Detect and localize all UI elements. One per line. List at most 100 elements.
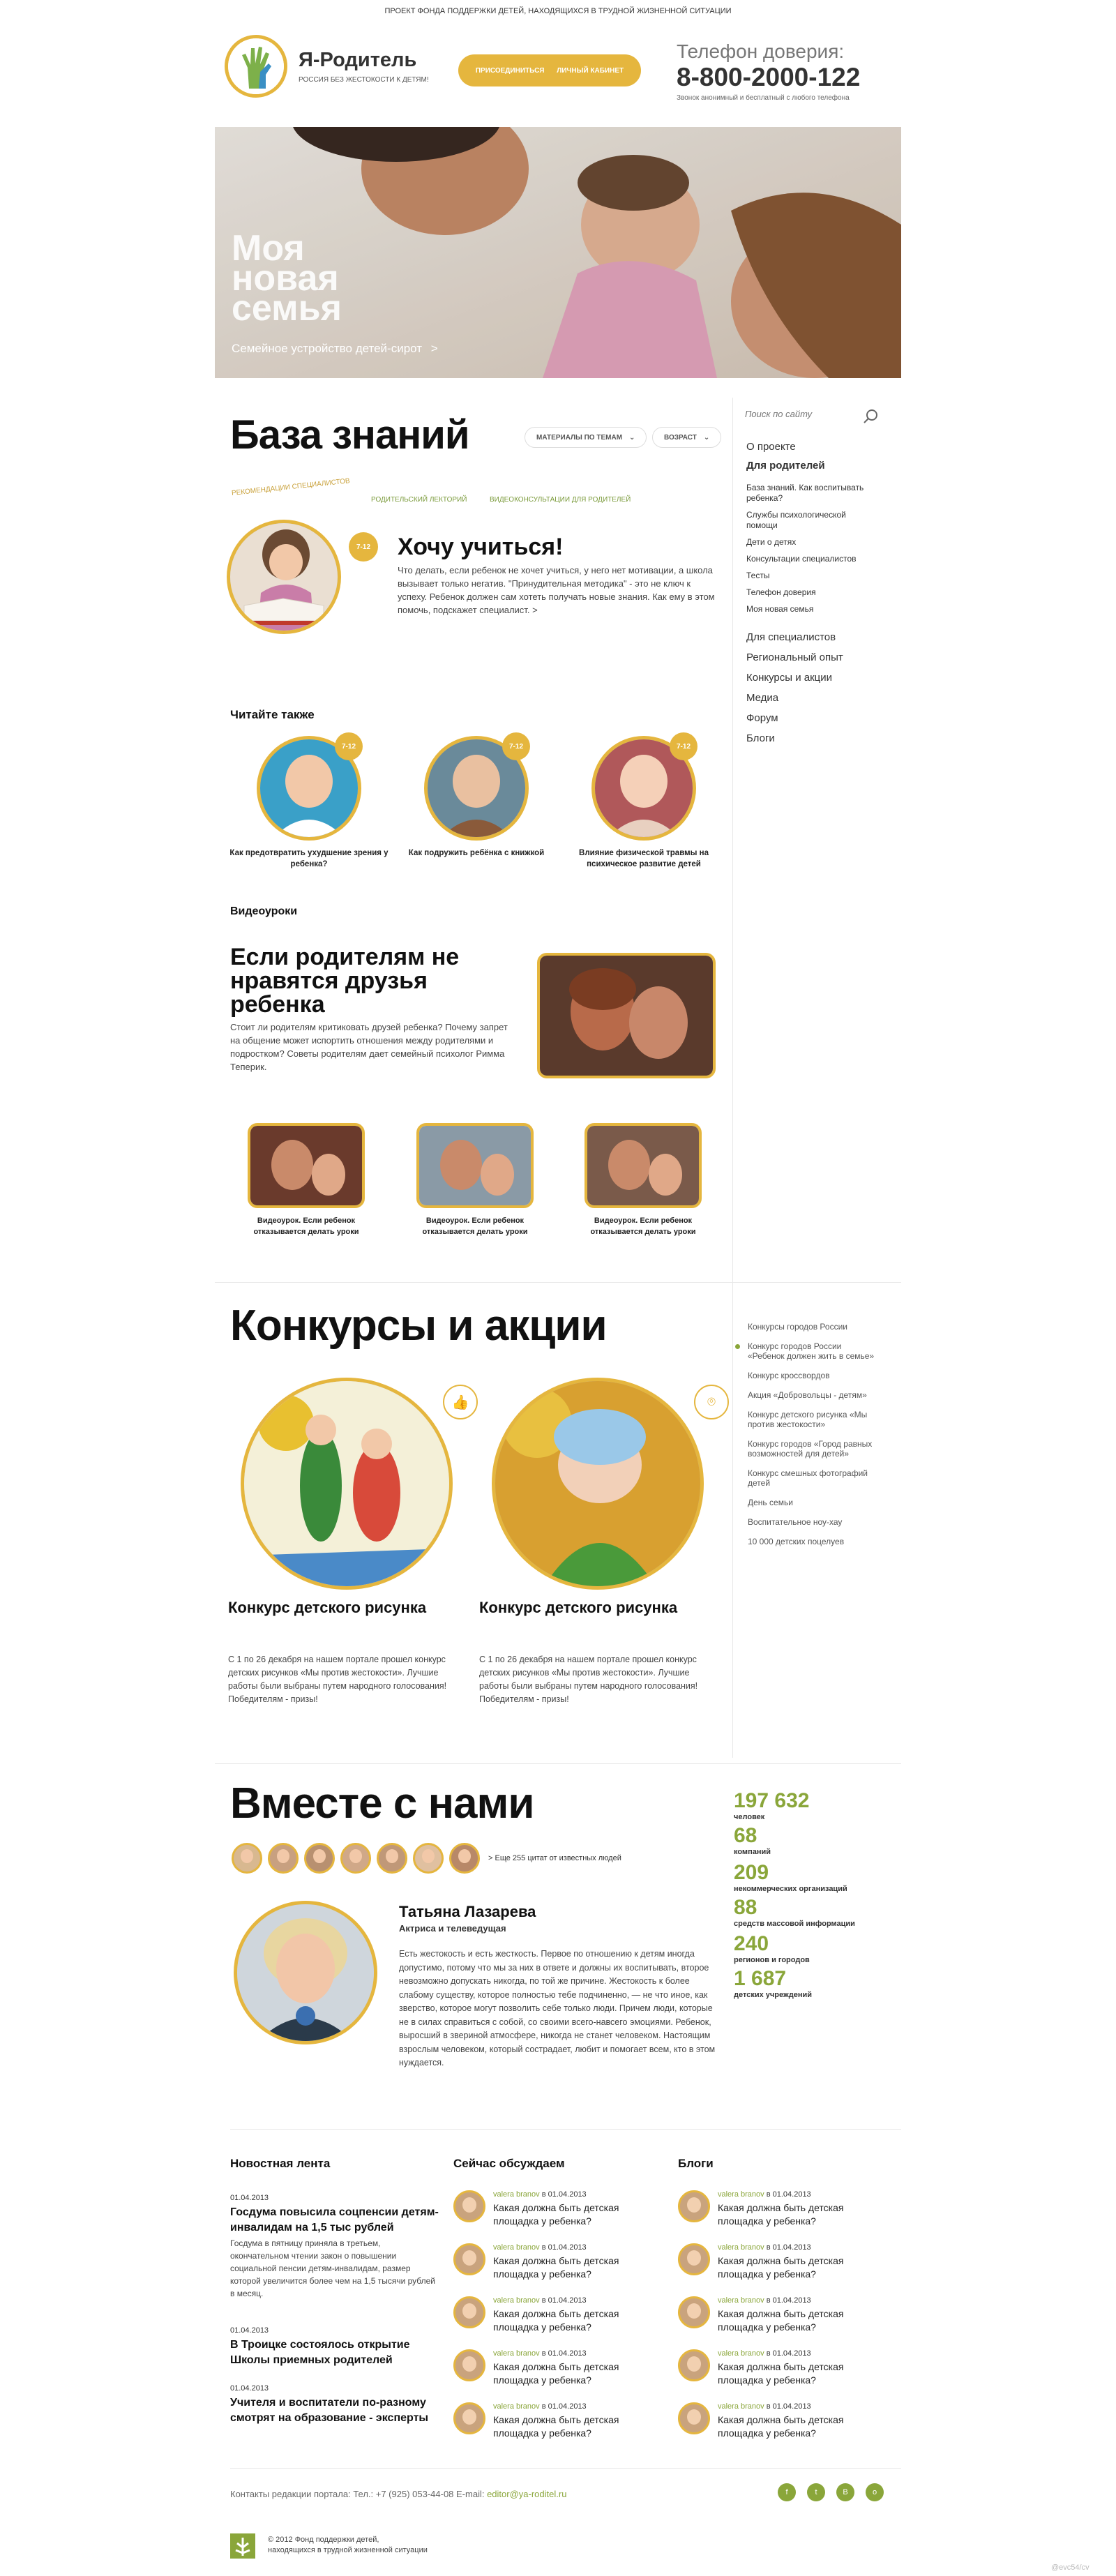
author-link[interactable]: valera branov <box>493 2402 540 2411</box>
sidebar-subitem[interactable]: Телефон доверия <box>746 587 872 598</box>
author-link[interactable]: valera branov <box>718 2349 764 2358</box>
sidebar-item[interactable]: Медиа <box>746 692 886 704</box>
tab-video-consult[interactable]: ВИДЕОКОНСУЛЬТАЦИИ ДЛЯ РОДИТЕЛЕЙ <box>490 492 631 505</box>
contest-sidebar-item[interactable]: Конкурс детского рисунка «Мы против жест… <box>748 1410 880 1429</box>
sidebar-item[interactable]: Для специалистов <box>746 631 886 643</box>
author-link[interactable]: valera branov <box>718 2402 764 2411</box>
news-headline[interactable]: Учителя и воспитатели по-разному смотрят… <box>230 2395 439 2426</box>
author-link[interactable]: valera branov <box>493 2190 540 2199</box>
celebrity-avatar[interactable] <box>268 1843 299 1874</box>
author-link[interactable]: valera branov <box>718 2296 764 2305</box>
author-link[interactable]: valera branov <box>493 2243 540 2252</box>
hero-link[interactable]: Семейное устройство детей-сирот > <box>232 342 438 356</box>
post-title[interactable]: Какая должна быть детская площадка у реб… <box>718 2307 871 2334</box>
contest-sidebar-item[interactable]: Конкурс смешных фотографий детей <box>748 1468 880 1488</box>
contest-sidebar-item[interactable]: Конкурс городов России «Ребенок должен ж… <box>735 1341 880 1361</box>
tab-recommendations[interactable]: РЕКОМЕНДАЦИИ СПЕЦИАЛИСТОВ <box>231 474 351 499</box>
featured-title[interactable]: Хочу учиться! <box>398 534 563 561</box>
video-thumb[interactable] <box>248 1123 365 1208</box>
video-caption[interactable]: Видеоурок. Если ребенок отказывается дел… <box>573 1215 713 1237</box>
see-also-caption[interactable]: Как подружить ребёнка с книжкой <box>396 848 557 859</box>
post-title[interactable]: Какая должна быть детская площадка у реб… <box>718 2254 871 2281</box>
author-avatar[interactable] <box>453 2349 485 2381</box>
thumbs-up-icon[interactable]: 👍 <box>443 1385 478 1419</box>
video-main-title[interactable]: Если родителям не нравятся друзья ребенк… <box>230 945 495 1016</box>
odnoklassniki-icon[interactable]: о <box>866 2483 884 2501</box>
contest-sidebar-item[interactable]: Акция «Добровольцы - детям» <box>748 1390 880 1400</box>
author-avatar[interactable] <box>678 2402 710 2434</box>
contest-title[interactable]: Конкурс детского рисунка <box>228 1596 430 1620</box>
author-link[interactable]: valera branov <box>718 2243 764 2252</box>
contest-image[interactable] <box>241 1378 453 1590</box>
tab-lectures[interactable]: РОДИТЕЛЬСКИЙ ЛЕКТОРИЙ <box>371 492 467 505</box>
author-avatar[interactable] <box>453 2243 485 2275</box>
author-link[interactable]: valera branov <box>718 2190 764 2199</box>
post-title[interactable]: Какая должна быть детская площадка у реб… <box>493 2254 647 2281</box>
contest-image[interactable] <box>492 1378 704 1590</box>
sidebar-subitem[interactable]: Дети о детях <box>746 537 872 548</box>
sidebar-subitem[interactable]: Консультации специалистов <box>746 554 872 564</box>
sidebar-item-about[interactable]: О проекте <box>746 441 886 453</box>
sidebar-item[interactable]: Региональный опыт <box>746 651 886 663</box>
cabinet-button[interactable]: ЛИЧНЫЙ КАБИНЕТ <box>557 67 624 75</box>
post-title[interactable]: Какая должна быть детская площадка у реб… <box>493 2307 647 2334</box>
search-icon[interactable] <box>862 408 879 425</box>
contest-sidebar-item[interactable]: Воспитательное ноу-хау <box>748 1517 880 1527</box>
search-input[interactable] <box>745 409 857 419</box>
celebrity-avatar[interactable] <box>377 1843 407 1874</box>
video-thumb[interactable] <box>585 1123 702 1208</box>
post-title[interactable]: Какая должна быть детская площадка у реб… <box>493 2201 647 2228</box>
author-avatar[interactable] <box>678 2190 710 2222</box>
celebrity-avatar[interactable] <box>304 1843 335 1874</box>
video-main-thumb[interactable] <box>537 953 716 1078</box>
author-avatar[interactable] <box>453 2296 485 2328</box>
contest-sidebar-item[interactable]: День семьи <box>748 1498 880 1507</box>
sidebar-subitem[interactable]: Службы психологической помощи <box>746 510 872 531</box>
contest-sidebar-item[interactable]: 10 000 детских поцелуев <box>748 1537 880 1546</box>
chevron-right-icon[interactable]: > <box>532 605 538 615</box>
join-button[interactable]: ПРИСОЕДИНИТЬСЯ <box>476 67 545 75</box>
contest-sidebar-item[interactable]: Конкурсы городов России <box>748 1322 880 1332</box>
camera-icon[interactable]: ⌾ <box>694 1385 729 1419</box>
celebrity-avatar[interactable] <box>340 1843 371 1874</box>
see-also-caption[interactable]: Как предотвратить ухудшение зрения у реб… <box>229 848 389 870</box>
news-headline[interactable]: В Троицке состоялось открытие Школы прие… <box>230 2337 439 2368</box>
sidebar-item[interactable]: Блоги <box>746 732 886 744</box>
post-title[interactable]: Какая должна быть детская площадка у реб… <box>493 2413 647 2440</box>
vk-icon[interactable]: В <box>836 2483 854 2501</box>
post-title[interactable]: Какая должна быть детская площадка у реб… <box>718 2413 871 2440</box>
sidebar-item[interactable]: Форум <box>746 712 886 724</box>
contest-sidebar-item[interactable]: Конкурс кроссвордов <box>748 1371 880 1380</box>
celebrity-avatar[interactable] <box>232 1843 262 1874</box>
post-title[interactable]: Какая должна быть детская площадка у реб… <box>718 2201 871 2228</box>
author-link[interactable]: valera branov <box>493 2349 540 2358</box>
author-avatar[interactable] <box>453 2402 485 2434</box>
sidebar-item-parents[interactable]: Для родителей <box>746 460 886 472</box>
author-avatar[interactable] <box>453 2190 485 2222</box>
twitter-icon[interactable]: t <box>807 2483 825 2501</box>
more-quotes-link[interactable]: > Еще 255 цитат от известных людей <box>488 1854 621 1862</box>
contest-title[interactable]: Конкурс детского рисунка <box>479 1596 681 1620</box>
age-filter[interactable]: ВОЗРАСТ ⌄ <box>652 427 722 448</box>
see-also-caption[interactable]: Влияние физической травмы на психическое… <box>564 848 724 870</box>
sidebar-subitem[interactable]: База знаний. Как воспитывать ребенка? <box>746 483 872 504</box>
author-avatar[interactable] <box>678 2243 710 2275</box>
post-title[interactable]: Какая должна быть детская площадка у реб… <box>718 2360 871 2387</box>
sidebar-subitem[interactable]: Тесты <box>746 571 872 581</box>
celebrity-avatar[interactable] <box>413 1843 444 1874</box>
contest-sidebar-item[interactable]: Конкурс городов «Город равных возможност… <box>748 1439 880 1459</box>
author-avatar[interactable] <box>678 2296 710 2328</box>
video-caption[interactable]: Видеоурок. Если ребенок отказывается дел… <box>405 1215 545 1237</box>
topics-filter[interactable]: МАТЕРИАЛЫ ПО ТЕМАМ ⌄ <box>525 427 647 448</box>
celebrity-avatar[interactable] <box>449 1843 480 1874</box>
post-title[interactable]: Какая должна быть детская площадка у реб… <box>493 2360 647 2387</box>
author-avatar[interactable] <box>678 2349 710 2381</box>
brand-name[interactable]: Я-Родитель <box>299 49 416 72</box>
email-link[interactable]: editor@ya-roditel.ru <box>487 2489 566 2499</box>
sidebar-subitem[interactable]: Моя новая семья <box>746 604 872 615</box>
sidebar-item[interactable]: Конкурсы и акции <box>746 672 886 684</box>
facebook-icon[interactable]: f <box>778 2483 796 2501</box>
search-box[interactable] <box>745 408 884 426</box>
video-thumb[interactable] <box>416 1123 534 1208</box>
hotline-number[interactable]: 8-800-2000-122 <box>677 63 860 92</box>
